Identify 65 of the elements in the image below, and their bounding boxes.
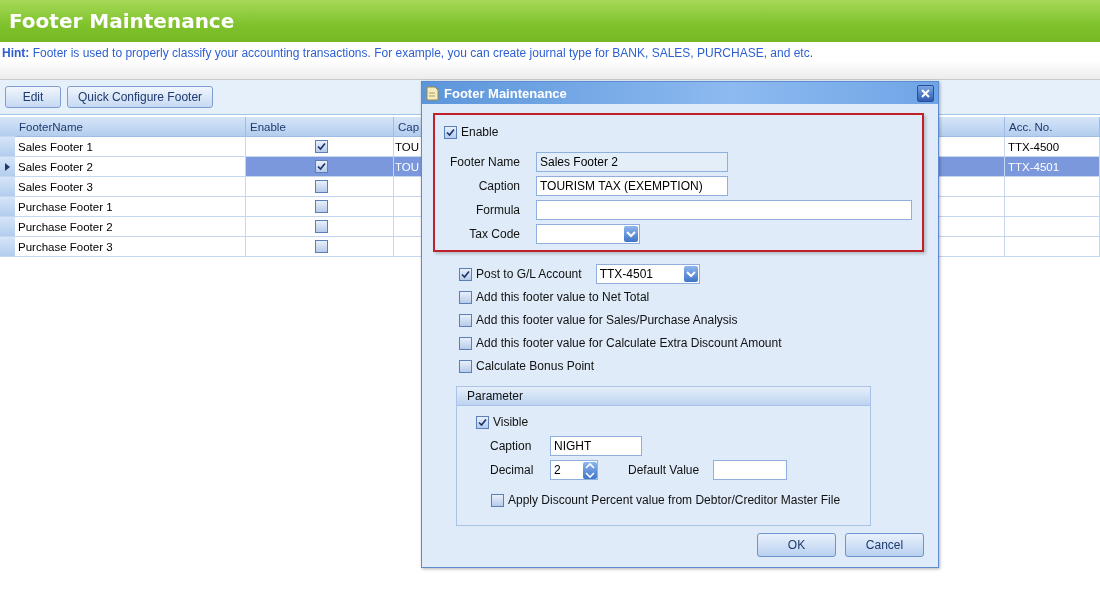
grid-corner — [0, 117, 15, 137]
table-cell: Purchase Footer 1 — [15, 197, 246, 217]
checkbox[interactable] — [459, 267, 472, 281]
toolbar-button[interactable]: Quick Configure Footer — [67, 86, 214, 108]
checkbox[interactable] — [459, 313, 472, 327]
checkbox[interactable] — [459, 359, 472, 373]
field-label: Decimal — [490, 463, 535, 477]
checkbox[interactable] — [314, 240, 328, 253]
table-cell: Purchase Footer 2 — [15, 217, 246, 237]
table-cell: TTX-4500 — [1005, 137, 1100, 157]
checkbox[interactable] — [314, 140, 328, 153]
checkbox-label: Visible — [493, 415, 529, 429]
input-field[interactable]: NIGHT — [550, 436, 642, 456]
checkbox[interactable] — [314, 220, 328, 233]
checkbox[interactable] — [314, 160, 328, 173]
dropdown-icon — [685, 270, 696, 278]
column-header[interactable]: Enable — [246, 117, 394, 137]
checkbox-label: Apply Discount Percent value from Debtor/Creditor Master File — [508, 493, 841, 507]
number-field[interactable]: 2 — [550, 460, 598, 480]
checkbox[interactable] — [314, 200, 328, 213]
toolbar-button[interactable]: Edit — [5, 86, 61, 108]
table-cell: Purchase Footer 3 — [15, 237, 246, 257]
field-label: Tax Code — [468, 227, 520, 241]
dropdown-field[interactable]: TTX-4501 — [595, 264, 700, 284]
checkbox-label: Post to G/L Account — [476, 267, 582, 281]
input-field[interactable] — [536, 200, 912, 220]
table-cell: Sales Footer 1 — [15, 137, 246, 157]
close-icon — [921, 88, 930, 98]
table-cell: Sales Footer 3 — [15, 177, 246, 197]
group-header: Parameter — [457, 387, 870, 406]
dropdown-icon — [626, 230, 636, 238]
checkbox[interactable] — [314, 180, 328, 193]
field-label: Caption — [490, 439, 533, 453]
checkbox-label: Add this footer value for Sales/Purchase Analysis — [476, 313, 738, 327]
checkbox-label: Enable — [461, 125, 499, 139]
field-value: 2 — [554, 463, 561, 477]
table-cell: Sales Footer 2 — [15, 157, 246, 177]
dropdown-field[interactable] — [536, 224, 640, 244]
checkbox[interactable] — [491, 493, 504, 507]
page-title: Footer Maintenance — [9, 9, 235, 33]
field-label: Caption — [477, 179, 520, 193]
spinner-icon[interactable] — [583, 461, 597, 479]
close-button[interactable] — [917, 84, 934, 102]
checkbox[interactable] — [476, 415, 489, 429]
input-field[interactable] — [713, 460, 788, 480]
field-label: Footer Name — [448, 155, 520, 169]
checkbox[interactable] — [444, 125, 457, 139]
checkbox[interactable] — [459, 336, 472, 350]
hint-text: Hint: Footer is used to properly classify your accounting transactions. For example, you can create journal type for BANK, SALES, PURCHASE, and etc. — [2, 46, 815, 60]
checkbox-label: Add this footer value to Net Total — [476, 290, 650, 304]
checkbox-label: Calculate Bonus Point — [476, 359, 595, 373]
dialog-title: Footer Maintenance — [444, 85, 568, 101]
dialog-button[interactable]: OK — [757, 533, 836, 557]
column-header[interactable]: FooterName — [15, 117, 246, 137]
field-label: Default Value — [628, 463, 700, 477]
table-cell: TTX-4501 — [1005, 157, 1100, 177]
checkbox[interactable] — [459, 290, 472, 304]
checkbox-label: Add this footer value for Calculate Extra Discount Amount — [476, 336, 782, 350]
column-header[interactable]: Acc. No. — [1005, 117, 1100, 137]
document-icon — [426, 85, 439, 101]
field-label: Formula — [475, 203, 520, 217]
row-indicator[interactable] — [0, 157, 15, 177]
input-field[interactable]: Sales Footer 2 — [536, 152, 728, 172]
dialog-button[interactable]: Cancel — [845, 533, 924, 557]
input-field[interactable]: TOURISM TAX (EXEMPTION) — [536, 176, 728, 196]
